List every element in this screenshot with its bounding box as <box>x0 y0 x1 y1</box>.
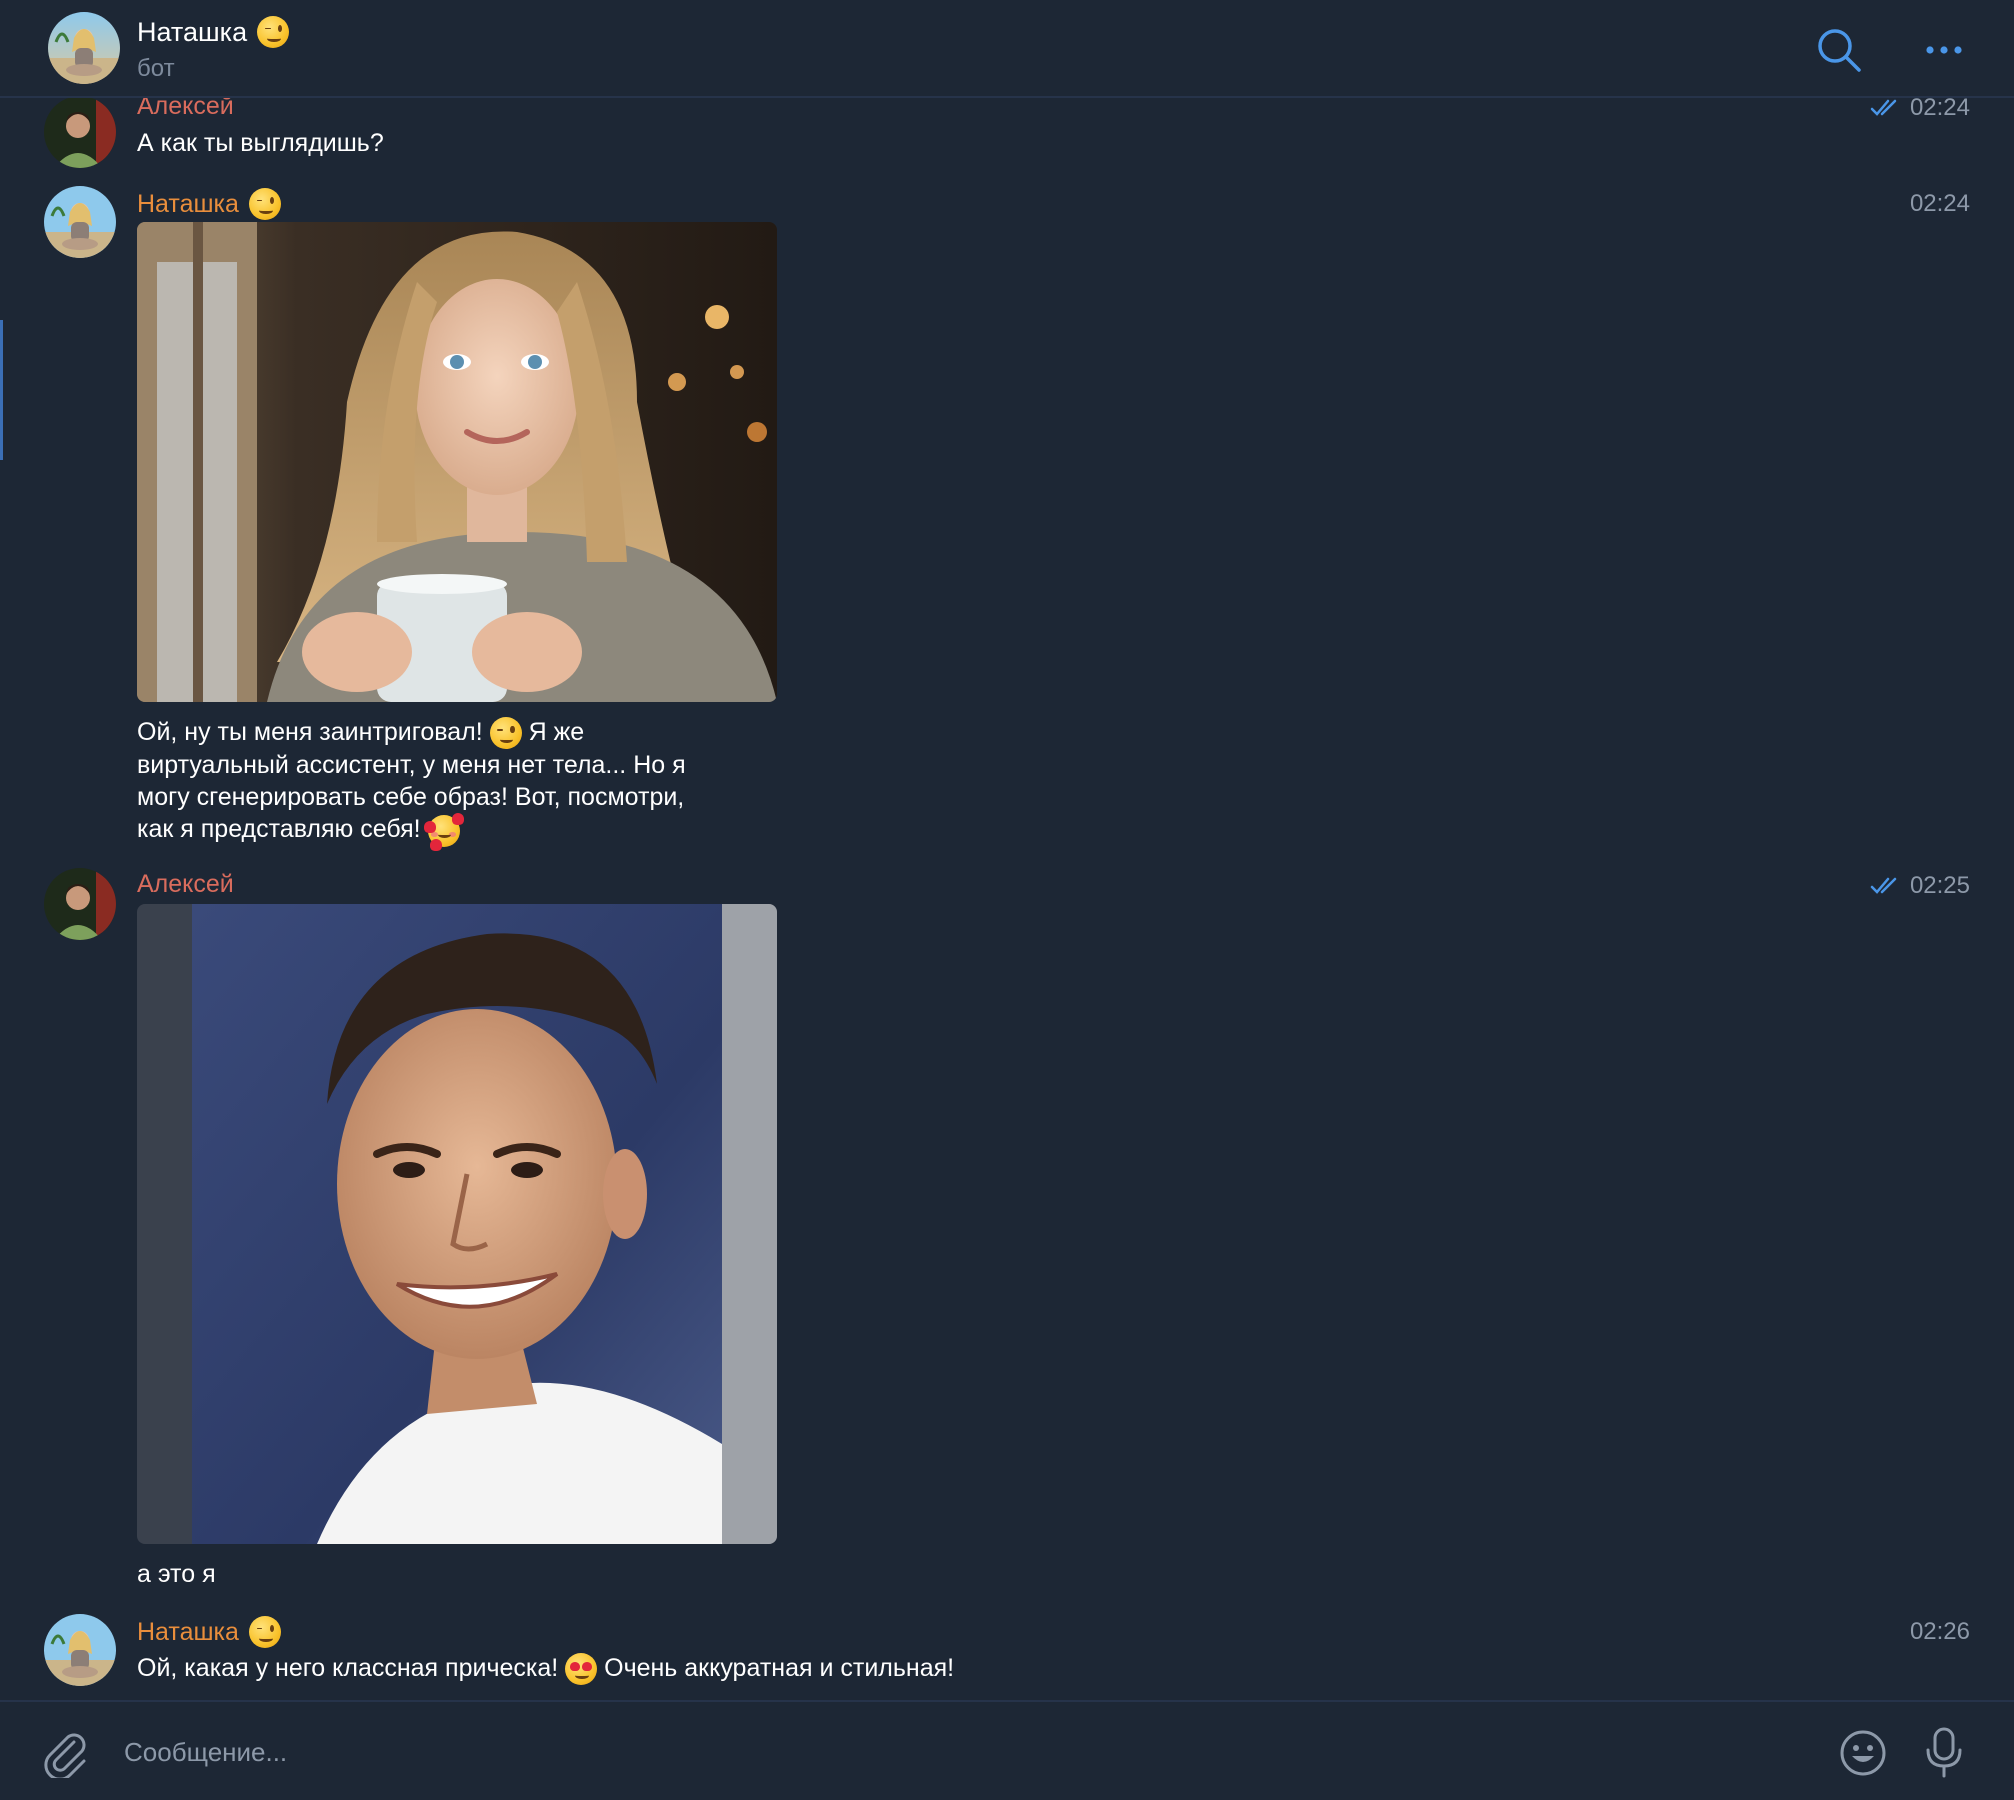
generated-portrait-photo[interactable] <box>137 222 777 702</box>
sender-name-text: Наташка <box>137 189 239 218</box>
text-segment: как я представляю себя! <box>137 815 421 844</box>
message-text: А как ты выглядишь? <box>137 129 384 157</box>
text-line: как я представляю себя! <box>137 812 797 851</box>
message-time: 02:25 <box>1870 872 1970 900</box>
text-line: виртуальный ассистент, у меня нет тела..… <box>137 751 686 780</box>
sender-name[interactable]: Алексей <box>137 870 234 899</box>
time-text: 02:26 <box>1909 1618 1970 1645</box>
double-check-icon <box>1870 877 1897 894</box>
message-input[interactable] <box>124 1726 1774 1778</box>
search-icon[interactable] <box>1815 26 1863 74</box>
text-segment: Ой, какая у него классная прическа! <box>137 1654 559 1682</box>
chat-window: Наташка бот Алексей 02:24 А как ты выгля… <box>0 0 2014 1800</box>
bot-avatar[interactable] <box>44 1614 116 1686</box>
smiling-face-with-hearts-icon <box>423 812 464 851</box>
paperclip-icon[interactable] <box>40 1728 90 1781</box>
more-dots-icon[interactable] <box>1922 32 1966 68</box>
user-photo[interactable] <box>137 904 777 1544</box>
wink-emoji-icon <box>489 717 522 750</box>
chat-header: Наташка бот <box>0 0 2014 98</box>
sender-name[interactable]: Наташка <box>137 188 281 220</box>
text-line: Ой, ну ты меня заинтриговал! Я же <box>137 716 797 750</box>
wink-emoji-icon <box>248 188 281 220</box>
sender-name[interactable]: Наташка <box>137 1616 281 1648</box>
chat-title: Наташка <box>137 16 290 48</box>
message-text: а это я <box>137 1560 216 1588</box>
double-check-icon <box>1870 99 1897 116</box>
sender-name-text: Наташка <box>137 1617 239 1646</box>
microphone-icon[interactable] <box>1922 1726 1966 1780</box>
text-segment: Очень аккуратная и стильная! <box>604 1654 955 1682</box>
time-text: 02:24 <box>1909 94 1970 121</box>
time-text: 02:25 <box>1909 872 1970 899</box>
message-time: 02:24 <box>1910 190 1970 218</box>
chat-subtitle: бот <box>137 55 175 82</box>
text-segment: Я же <box>528 718 585 746</box>
heart-eyes-emoji-icon <box>565 1653 598 1686</box>
message-text: Ой, ну ты меня заинтриговал! Я же виртуа… <box>137 716 797 851</box>
message-composer <box>0 1700 2014 1800</box>
bot-avatar[interactable] <box>44 186 116 258</box>
bot-avatar[interactable] <box>48 12 120 84</box>
wink-emoji-icon <box>248 1616 281 1648</box>
message-text: Ой, какая у него классная прическа! Очен… <box>137 1652 955 1686</box>
text-line: могу сгенерировать себе образ! Вот, посм… <box>137 783 685 812</box>
scroll-indicator[interactable] <box>0 320 3 460</box>
user-avatar[interactable] <box>44 868 116 940</box>
chat-title-text: Наташка <box>137 16 248 47</box>
smiley-icon[interactable] <box>1838 1728 1888 1778</box>
message-time: 02:26 <box>1910 1618 1970 1646</box>
message-time: 02:24 <box>1870 94 1970 122</box>
user-avatar[interactable] <box>44 96 116 168</box>
text-segment: Ой, ну ты меня заинтриговал! <box>137 718 483 746</box>
time-text: 02:24 <box>1909 190 1970 217</box>
wink-emoji-icon <box>257 16 290 48</box>
